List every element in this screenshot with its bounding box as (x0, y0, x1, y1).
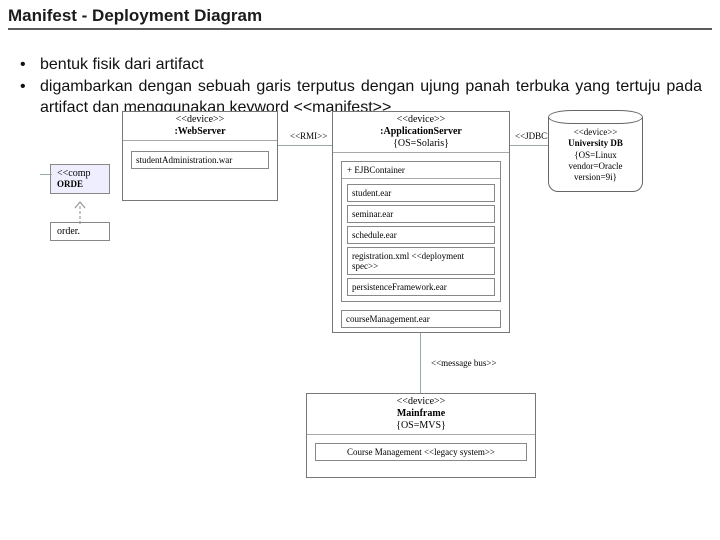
mainframe-node: <<device>> Mainframe {OS=MVS} Course Man… (306, 393, 536, 478)
mainframe-stereo: <<device>> (310, 396, 532, 408)
component-label: <<comp (57, 168, 91, 179)
port-line (40, 174, 52, 175)
manifest-arrow (72, 198, 96, 226)
web-server-name: :WebServer (174, 126, 225, 137)
bus-label: <<message bus>> (430, 358, 498, 368)
db-attr: vendor=Oracle (555, 161, 636, 172)
ejb-item: registration.xml <<deployment spec>> (347, 247, 495, 275)
mainframe-os: {OS=MVS} (310, 420, 532, 432)
db-attr: {OS=Linux (555, 150, 636, 161)
ejb-item: schedule.ear (347, 226, 495, 244)
db-name: University DB (568, 138, 623, 148)
db-cap (548, 110, 643, 124)
web-server-artifact: studentAdministration.war (131, 151, 269, 169)
mainframe-name: Mainframe (397, 408, 445, 419)
rmi-line (278, 145, 332, 146)
rmi-label: <<RMI>> (289, 131, 328, 141)
db-attr: version=9i} (555, 172, 636, 183)
ejb-container: + EJBContainer student.ear seminar.ear s… (341, 161, 501, 302)
db-stereo: <<device>> (555, 127, 636, 138)
mainframe-header: <<device>> Mainframe {OS=MVS} (307, 394, 535, 435)
app-server-name: :ApplicationServer (380, 126, 462, 137)
course-mgmt-ear: courseManagement.ear (341, 310, 501, 328)
web-server-header: <<device>> :WebServer (123, 112, 277, 141)
ejb-item: student.ear (347, 184, 495, 202)
jdbc-line (510, 145, 550, 146)
web-server-node: <<device>> :WebServer studentAdministrat… (122, 111, 278, 201)
bus-line (420, 333, 421, 393)
ejb-header: + EJBContainer (342, 162, 500, 179)
component-box: <<comp ORDE (50, 164, 110, 194)
app-server-header: <<device>> :ApplicationServer {OS=Solari… (333, 112, 509, 153)
app-server-stereo: <<device>> (336, 114, 506, 126)
db-body: <<device>> University DB {OS=Linux vendo… (548, 117, 643, 192)
ejb-item: persistenceFramework.ear (347, 278, 495, 296)
app-server-node: <<device>> :ApplicationServer {OS=Solari… (332, 111, 510, 333)
title-underline (8, 28, 712, 30)
legacy-system: Course Management <<legacy system>> (315, 443, 527, 461)
ejb-item: seminar.ear (347, 205, 495, 223)
bullet-1: bentuk fisik dari artifact (18, 54, 702, 76)
app-server-os: {OS=Solaris} (336, 138, 506, 150)
web-server-stereo: <<device>> (126, 114, 274, 126)
page-title: Manifest - Deployment Diagram (8, 6, 262, 26)
university-db: <<device>> University DB {OS=Linux vendo… (548, 110, 643, 192)
order-label: order. (57, 226, 80, 237)
